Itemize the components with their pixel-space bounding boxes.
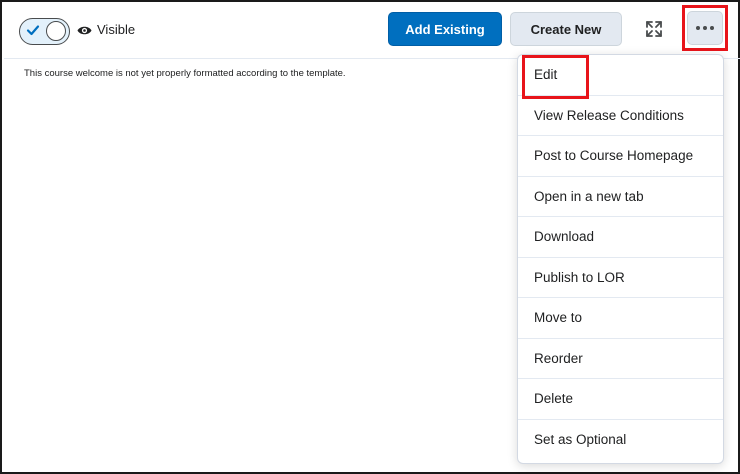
menu-item-view-release-conditions[interactable]: View Release Conditions	[518, 96, 723, 136]
visibility-toggle[interactable]	[19, 18, 70, 45]
options-menu: Edit View Release Conditions Post to Cou…	[517, 54, 724, 464]
check-icon	[26, 25, 40, 36]
toggle-knob	[46, 21, 66, 41]
create-new-button[interactable]: Create New	[510, 12, 622, 46]
screenshot-frame: Visible Add Existing Create New This cou…	[0, 0, 740, 474]
menu-item-open-in-new-tab[interactable]: Open in a new tab	[518, 177, 723, 217]
fullscreen-icon[interactable]	[644, 19, 664, 39]
more-options-highlight	[682, 5, 728, 51]
menu-item-move-to[interactable]: Move to	[518, 298, 723, 339]
menu-item-set-as-optional[interactable]: Set as Optional	[518, 420, 723, 461]
visibility-label: Visible	[97, 22, 136, 37]
menu-item-reorder[interactable]: Reorder	[518, 339, 723, 379]
edit-highlight	[522, 55, 589, 99]
menu-item-post-to-course-homepage[interactable]: Post to Course Homepage	[518, 136, 723, 177]
add-existing-button[interactable]: Add Existing	[388, 12, 502, 46]
menu-item-delete[interactable]: Delete	[518, 379, 723, 420]
menu-item-download[interactable]: Download	[518, 217, 723, 258]
welcome-text: This course welcome is not yet properly …	[24, 68, 346, 79]
menu-item-publish-to-lor[interactable]: Publish to LOR	[518, 258, 723, 298]
eye-icon	[77, 26, 92, 35]
